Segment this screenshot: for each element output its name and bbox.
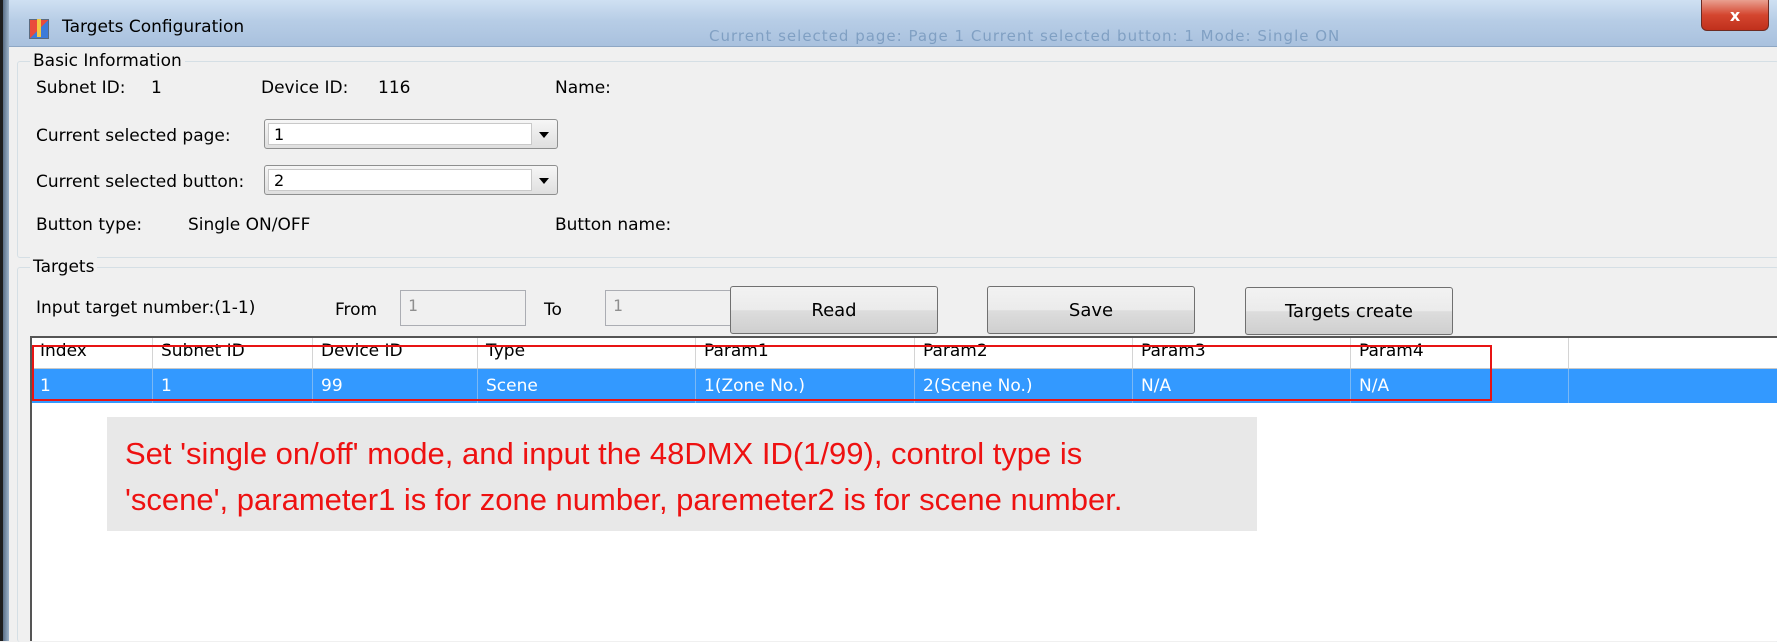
table-row[interactable]: 1 1 99 Scene 1(Zone No.) 2(Scene No.) N/… [32,369,1777,403]
cell-param2: 2(Scene No.) [915,369,1133,403]
subnet-id-value: 1 [151,78,162,98]
app-icon [29,19,49,39]
window-left-edge [0,0,9,641]
current-button-select[interactable]: 2 [264,165,558,195]
current-button-label: Current selected button: [36,172,245,192]
button-type-label: Button type: [36,215,143,235]
column-header-param1[interactable]: Param1 [696,338,915,368]
column-header-index[interactable]: Index [32,338,153,368]
device-id-value: 116 [378,78,411,98]
button-type-value: Single ON/OFF [188,215,311,235]
column-header-param3[interactable]: Param3 [1133,338,1351,368]
current-button-value: 2 [268,169,532,191]
input-target-number-label: Input target number:(1-1) [36,298,256,318]
column-header-param4[interactable]: Param4 [1351,338,1569,368]
window-client: Basic Information Subnet ID: 1 Device ID… [17,47,1777,642]
close-button[interactable]: x [1701,0,1769,31]
device-id-label: Device ID: [261,78,349,98]
cell-index: 1 [32,369,153,403]
ghost-title-text: Current selected page: Page 1 Current se… [709,27,1341,45]
note-line-1: Set 'single on/off' mode, and input the … [125,436,1083,471]
cell-param3: N/A [1133,369,1351,403]
read-button[interactable]: Read [730,286,938,334]
column-header-type[interactable]: Type [478,338,696,368]
current-page-label: Current selected page: [36,126,231,146]
window-title: Targets Configuration [62,17,245,37]
cell-param4: N/A [1351,369,1569,403]
to-input[interactable]: 1 [605,290,731,326]
chevron-down-icon [539,178,549,184]
button-name-label: Button name: [555,215,672,235]
cell-type: Scene [478,369,696,403]
from-label: From [335,300,378,320]
cell-device-id: 99 [313,369,478,403]
chevron-down-icon [539,132,549,138]
cell-param1: 1(Zone No.) [696,369,915,403]
to-label: To [544,300,562,320]
current-page-select[interactable]: 1 [264,119,558,149]
current-page-value: 1 [268,123,532,145]
column-header-device-id[interactable]: Device ID [313,338,478,368]
name-label: Name: [555,78,611,98]
table-header: Index Subnet ID Device ID Type Param1 Pa… [32,338,1777,369]
from-input[interactable]: 1 [400,290,526,326]
instruction-note: Set 'single on/off' mode, and input the … [107,417,1257,531]
column-header-subnet-id[interactable]: Subnet ID [153,338,313,368]
title-bar[interactable]: Targets Configuration Current selected p… [9,0,1777,47]
note-line-2: 'scene', parameter1 is for zone number, … [125,482,1123,517]
targets-create-button[interactable]: Targets create [1245,287,1453,335]
column-header-param2[interactable]: Param2 [915,338,1133,368]
save-button[interactable]: Save [987,286,1195,334]
targets-title: Targets [30,257,98,277]
close-icon: x [1729,5,1741,25]
subnet-id-label: Subnet ID: [36,78,126,98]
basic-information-title: Basic Information [30,51,185,71]
cell-subnet-id: 1 [153,369,313,403]
